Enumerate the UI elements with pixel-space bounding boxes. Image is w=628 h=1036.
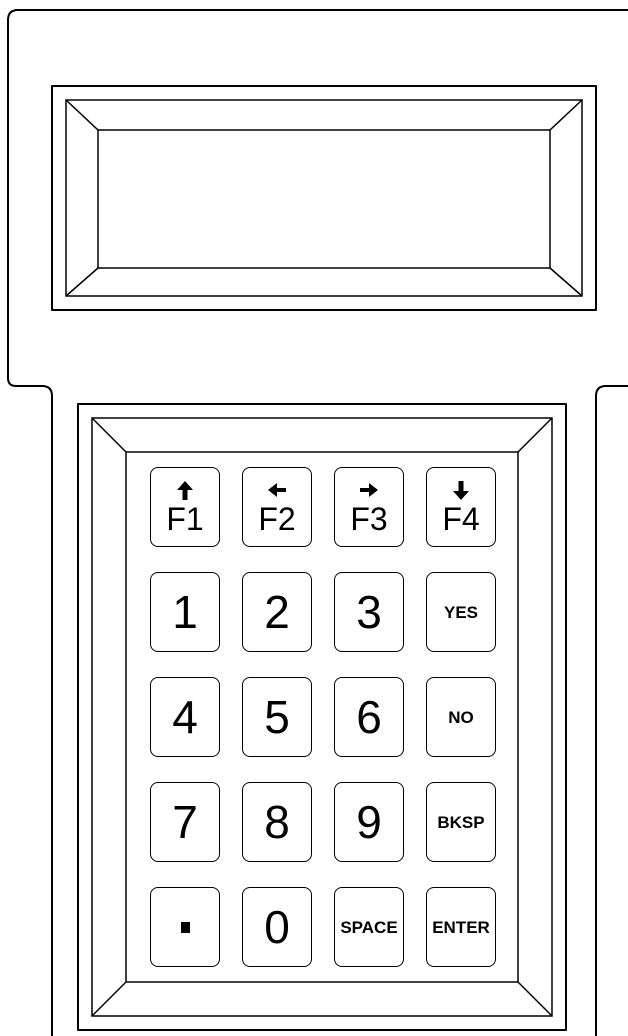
key-label: 1 — [172, 586, 198, 638]
arrow-down-icon — [453, 481, 469, 500]
key-yes[interactable]: YES — [426, 572, 496, 652]
key-label: 8 — [264, 796, 290, 848]
key-bksp[interactable]: BKSP — [426, 782, 496, 862]
key-label: F1 — [166, 501, 204, 537]
key-label: 5 — [264, 691, 290, 743]
key-0[interactable]: 0 — [242, 887, 312, 967]
key-no[interactable]: NO — [426, 677, 496, 757]
key-label: NO — [448, 707, 474, 727]
key-8[interactable]: 8 — [242, 782, 312, 862]
key-label: 9 — [356, 796, 382, 848]
key-label: 3 — [356, 586, 382, 638]
key-f1[interactable]: F1 — [150, 467, 220, 547]
key-5[interactable]: 5 — [242, 677, 312, 757]
decimal-point-icon — [180, 921, 190, 933]
arrow-left-icon — [268, 483, 286, 497]
key-4[interactable]: 4 — [150, 677, 220, 757]
key-decimal[interactable] — [150, 887, 220, 967]
key-label: F3 — [350, 501, 388, 537]
key-f3[interactable]: F3 — [334, 467, 404, 547]
key-7[interactable]: 7 — [150, 782, 220, 862]
key-label: BKSP — [437, 812, 485, 832]
key-3[interactable]: 3 — [334, 572, 404, 652]
lcd-display — [100, 132, 548, 266]
key-1[interactable]: 1 — [150, 572, 220, 652]
key-label: F4 — [442, 501, 480, 537]
key-label: 0 — [264, 901, 290, 953]
key-label: F2 — [258, 501, 296, 537]
key-6[interactable]: 6 — [334, 677, 404, 757]
arrow-up-icon — [177, 481, 193, 500]
key-9[interactable]: 9 — [334, 782, 404, 862]
arrow-right-icon — [360, 483, 378, 497]
key-label: 7 — [172, 796, 198, 848]
key-label: SPACE — [340, 917, 398, 937]
key-label: 4 — [172, 691, 198, 743]
key-label: ENTER — [432, 917, 490, 937]
key-2[interactable]: 2 — [242, 572, 312, 652]
key-space[interactable]: SPACE — [334, 887, 404, 967]
key-label: 2 — [264, 586, 290, 638]
key-f2[interactable]: F2 — [242, 467, 312, 547]
key-enter[interactable]: ENTER — [426, 887, 496, 967]
key-label: 6 — [356, 691, 382, 743]
key-label: YES — [443, 602, 479, 622]
key-f4[interactable]: F4 — [426, 467, 496, 547]
